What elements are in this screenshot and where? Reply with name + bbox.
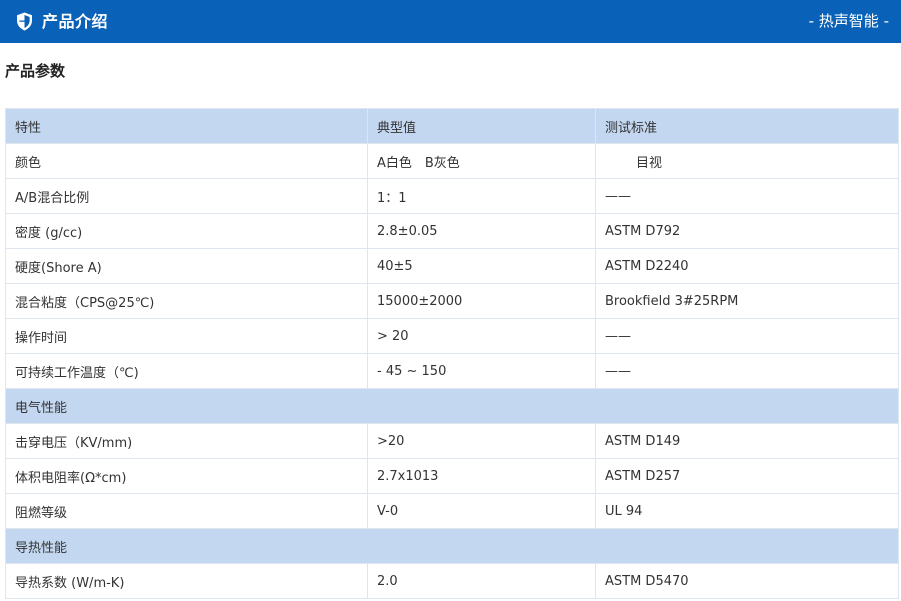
table-row: 导热系数 (W/m-K) 2.0 ASTM D5470 [5,563,899,599]
cell-typical-value: 2.7x1013 [367,458,596,494]
parameters-table: 特性 典型值 测试标准 颜色 A白色 B灰色 目视 A/B混合比例 1：1 —— 密度 (g… [5,108,899,599]
cell-test-standard: Brookfield 3#25RPM [595,283,899,319]
cell-property: 混合粘度（CPS@25℃) [5,283,368,319]
table-header: 特性 典型值 测试标准 [5,108,899,144]
page-header: 产品介绍 - 热声智能 - [0,0,901,43]
cell-typical-value: > 20 [367,318,596,354]
cell-property: 颜色 [5,143,368,179]
group-label: 电气性能 [5,388,899,424]
cell-test-standard: —— [595,178,899,214]
cell-typical-value: >20 [367,423,596,459]
table-row: 硬度(Shore A) 40±5 ASTM D2240 [5,248,899,284]
table-row: 击穿电压（KV/mm) >20 ASTM D149 [5,423,899,459]
cell-property: 导热系数 (W/m-K) [5,563,368,599]
cell-test-standard: —— [595,318,899,354]
header-title: 产品介绍 [42,12,109,31]
cell-typical-value: 40±5 [367,248,596,284]
column-header-typical-value: 典型值 [367,108,596,144]
table-row: 混合粘度（CPS@25℃) 15000±2000 Brookfield 3#25RP… [5,283,899,319]
cell-typical-value: 2.8±0.05 [367,213,596,249]
cell-property: 体积电阻率(Ω*cm) [5,458,368,494]
table-group-row: 电气性能 [5,388,899,424]
table-row: 操作时间 > 20 —— [5,318,899,354]
cell-test-standard: UL 94 [595,493,899,529]
table-row: 可持续工作温度（℃) - 45 ~ 150 —— [5,353,899,389]
cell-typical-value: A白色 B灰色 [367,143,596,179]
table-body: 颜色 A白色 B灰色 目视 A/B混合比例 1：1 —— 密度 (g/cc) 2.8±0.05… [5,143,899,599]
cell-typical-value: 1：1 [367,178,596,214]
cell-typical-value: V-0 [367,493,596,529]
cell-property: 击穿电压（KV/mm) [5,423,368,459]
cell-property: 可持续工作温度（℃) [5,353,368,389]
header-brand: - 热声智能 - [808,12,889,30]
cell-property: A/B混合比例 [5,178,368,214]
shield-icon [17,12,32,31]
cell-property: 操作时间 [5,318,368,354]
cell-property: 密度 (g/cc) [5,213,368,249]
cell-property: 阻燃等级 [5,493,368,529]
table-row: 体积电阻率(Ω*cm) 2.7x1013 ASTM D257 [5,458,899,494]
cell-test-standard: ASTM D5470 [595,563,899,599]
cell-test-standard: ASTM D792 [595,213,899,249]
table-group-row: 导热性能 [5,528,899,564]
cell-typical-value: - 45 ~ 150 [367,353,596,389]
cell-test-standard: ASTM D257 [595,458,899,494]
cell-property: 硬度(Shore A) [5,248,368,284]
cell-test-standard: ASTM D2240 [595,248,899,284]
cell-typical-value: 15000±2000 [367,283,596,319]
cell-typical-value: 2.0 [367,563,596,599]
cell-test-standard: 目视 [595,143,899,179]
section-title: 产品参数 [5,62,66,80]
group-label: 导热性能 [5,528,899,564]
table-row: 密度 (g/cc) 2.8±0.05 ASTM D792 [5,213,899,249]
table-header-row: 特性 典型值 测试标准 [5,108,899,144]
column-header-test-standard: 测试标准 [595,108,899,144]
column-header-property: 特性 [5,108,368,144]
table-row: 颜色 A白色 B灰色 目视 [5,143,899,179]
table-row: 阻燃等级 V-0 UL 94 [5,493,899,529]
cell-test-standard: —— [595,353,899,389]
table-row: A/B混合比例 1：1 —— [5,178,899,214]
cell-test-standard: ASTM D149 [595,423,899,459]
